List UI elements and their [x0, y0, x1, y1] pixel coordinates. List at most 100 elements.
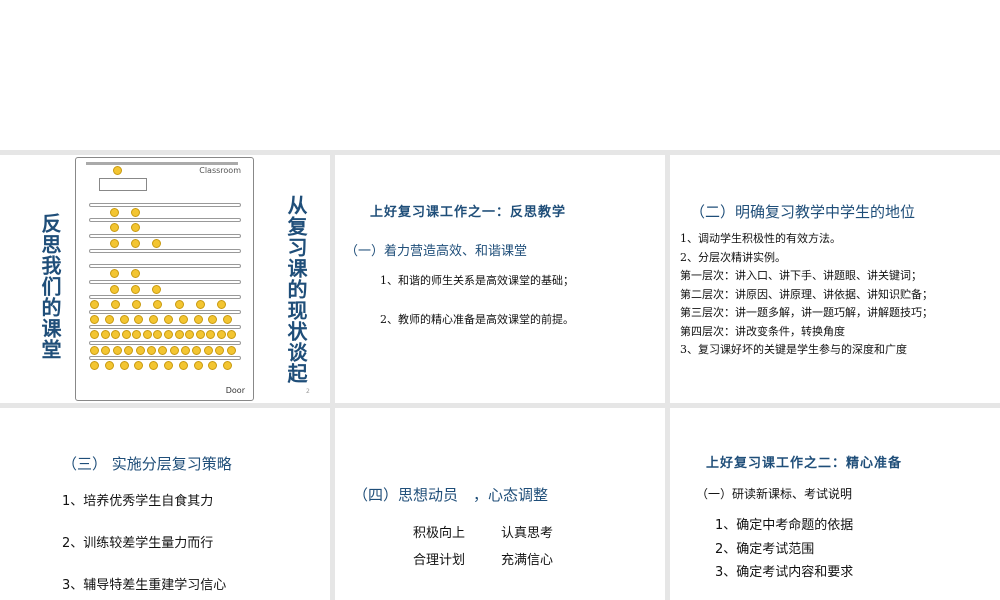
student-face-icon: [124, 345, 134, 355]
slide-title-left: 反思我们的课堂: [38, 213, 62, 360]
student-face-icon: [223, 361, 233, 370]
student-face-icon: [215, 345, 225, 355]
slide-title-right: 从复习课的现状谈起: [284, 195, 308, 384]
desk-row: [89, 203, 241, 207]
slide-thumbnail-2[interactable]: 上好复习课工作之一：反思教学 （一）着力营造高效、和谐课堂 1、和谐的师生关系是…: [335, 155, 665, 403]
list-item: 第三层次：讲一题多解，讲一题巧解，讲解题技巧；: [680, 306, 933, 319]
student-face-icon: [153, 330, 163, 340]
student-face-icon: [193, 361, 203, 370]
student-face-icon: [181, 345, 191, 355]
list-item: 1、调动学生积极性的有效方法。: [680, 232, 841, 245]
student-face-icon: [216, 330, 226, 340]
student-face-icon: [90, 345, 99, 355]
student-face-icon: [111, 330, 121, 340]
student-face-icon: [131, 238, 141, 248]
desk-row: [89, 310, 241, 315]
student-face-icon: [169, 345, 179, 355]
list-item: 2、教师的精心准备是高效课堂的前提。: [380, 313, 574, 326]
slide-heading: 上好复习课工作之二：精心准备: [706, 456, 903, 471]
student-face-icon: [149, 361, 159, 370]
student-face-icon: [134, 315, 144, 325]
student-face-icon: [90, 315, 99, 325]
student-face-icon: [185, 330, 195, 340]
student-face-icon: [132, 299, 142, 309]
student-face-icon: [223, 315, 233, 325]
slide-thumbnail-6[interactable]: 上好复习课工作之二：精心准备 （一）研读新课标、考试说明 1、确定中考命题的依据…: [670, 408, 1000, 600]
student-face-icon: [164, 315, 173, 325]
list-item: 2、分层次精讲实例。: [680, 250, 786, 264]
slide-heading: （二）明确复习教学中学生的地位: [690, 203, 916, 221]
desk-row: [89, 325, 241, 330]
list-item: 第四层次：讲改变条件，转换角度: [680, 324, 845, 338]
student-face-icon: [195, 299, 205, 309]
slide-body: 1、调动学生积极性的有效方法。 2、分层次精讲实例。 第一层次：讲入口、讲下手、…: [680, 230, 933, 360]
grid-item: 合理计划: [413, 553, 466, 568]
slide-heading: （三） 实施分层复习策略: [62, 455, 232, 473]
desk-row: [89, 294, 241, 299]
slide-heading: （四）思想动员 ，心态调整: [353, 486, 549, 504]
desk-row: [89, 340, 241, 345]
desk-row: [89, 279, 241, 284]
slide-thumbnail-1[interactable]: 反思我们的课堂 Classroom Door 从复习课的现状谈起 2: [0, 155, 330, 403]
slide-subheading: （一）研读新课标、考试说明: [696, 487, 853, 501]
grid-item: 充满信心: [501, 553, 554, 568]
student-face-icon: [119, 361, 129, 370]
student-face-icon: [134, 361, 144, 370]
list-item: 3、确定考试内容和要求: [715, 565, 854, 580]
student-face-icon: [174, 330, 184, 340]
student-face-icon: [178, 361, 188, 370]
student-face-icon: [193, 315, 203, 325]
student-face-icon: [146, 345, 156, 355]
grid-item: 认真思考: [501, 526, 554, 541]
desk-row: [89, 218, 241, 223]
student-face-icon: [131, 284, 141, 294]
classroom-label: Classroom: [199, 166, 241, 175]
student-face-icon: [131, 223, 141, 233]
list-item: 1、确定中考命题的依据: [715, 518, 854, 533]
student-face-icon: [153, 299, 163, 309]
list-item: 第二层次：讲原因、讲原理、讲依据、讲知识贮备；: [680, 287, 933, 301]
student-face-icon: [192, 345, 202, 355]
list-item: 第一层次：讲入口、讲下手、讲题眼、讲关键词；: [680, 269, 922, 282]
student-face-icon: [226, 345, 236, 355]
student-face-icon: [100, 330, 110, 340]
slide-heading: 上好复习课工作之一：反思教学: [370, 205, 567, 220]
list-item: 3、辅导特差生重建学习信心: [62, 578, 227, 593]
top-blank-area: [0, 0, 1000, 150]
student-face-icon: [110, 284, 119, 294]
student-face-icon: [135, 345, 145, 355]
student-face-icon: [119, 315, 129, 325]
student-face-icon: [142, 330, 152, 340]
student-face-icon: [101, 345, 111, 355]
slide-thumbnail-5[interactable]: （四）思想动员 ，心态调整 积极向上 认真思考 合理计划 充满信心: [335, 408, 665, 600]
student-face-icon: [174, 299, 184, 309]
student-face-icon: [90, 330, 99, 340]
student-face-icon: [104, 315, 114, 325]
student-face-icon: [112, 345, 122, 355]
student-face-icon: [164, 361, 173, 370]
desk-row: [89, 356, 241, 360]
slide-thumbnail-4[interactable]: （三） 实施分层复习策略 1、培养优秀学生自食其力 2、训练较差学生量力而行 3…: [0, 408, 330, 600]
student-face-icon: [90, 299, 99, 309]
student-face-icon: [104, 361, 114, 370]
list-item: 2、确定考试范围: [715, 542, 815, 557]
student-face-icon: [164, 330, 173, 340]
student-face-icon: [216, 299, 226, 309]
student-face-icon: [90, 361, 99, 370]
student-face-icon: [158, 345, 168, 355]
student-face-icon: [203, 345, 213, 355]
student-face-icon: [208, 361, 218, 370]
slide-thumbnail-3[interactable]: （二）明确复习教学中学生的地位 1、调动学生积极性的有效方法。 2、分层次精讲实…: [670, 155, 1000, 403]
list-item: 2、训练较差学生量力而行: [62, 536, 214, 551]
student-face-icon: [227, 330, 237, 340]
student-face-icon: [110, 223, 119, 233]
list-item: 1、培养优秀学生自食其力: [62, 494, 214, 509]
door-label: Door: [225, 386, 245, 395]
student-face-icon: [110, 208, 119, 217]
student-face-icon: [121, 330, 131, 340]
desk-row: [89, 233, 241, 238]
student-face-icon: [110, 238, 119, 248]
list-item: 1、和谐的师生关系是高效课堂的基础；: [380, 274, 574, 287]
student-face-icon: [152, 284, 162, 294]
student-face-icon: [131, 208, 141, 217]
